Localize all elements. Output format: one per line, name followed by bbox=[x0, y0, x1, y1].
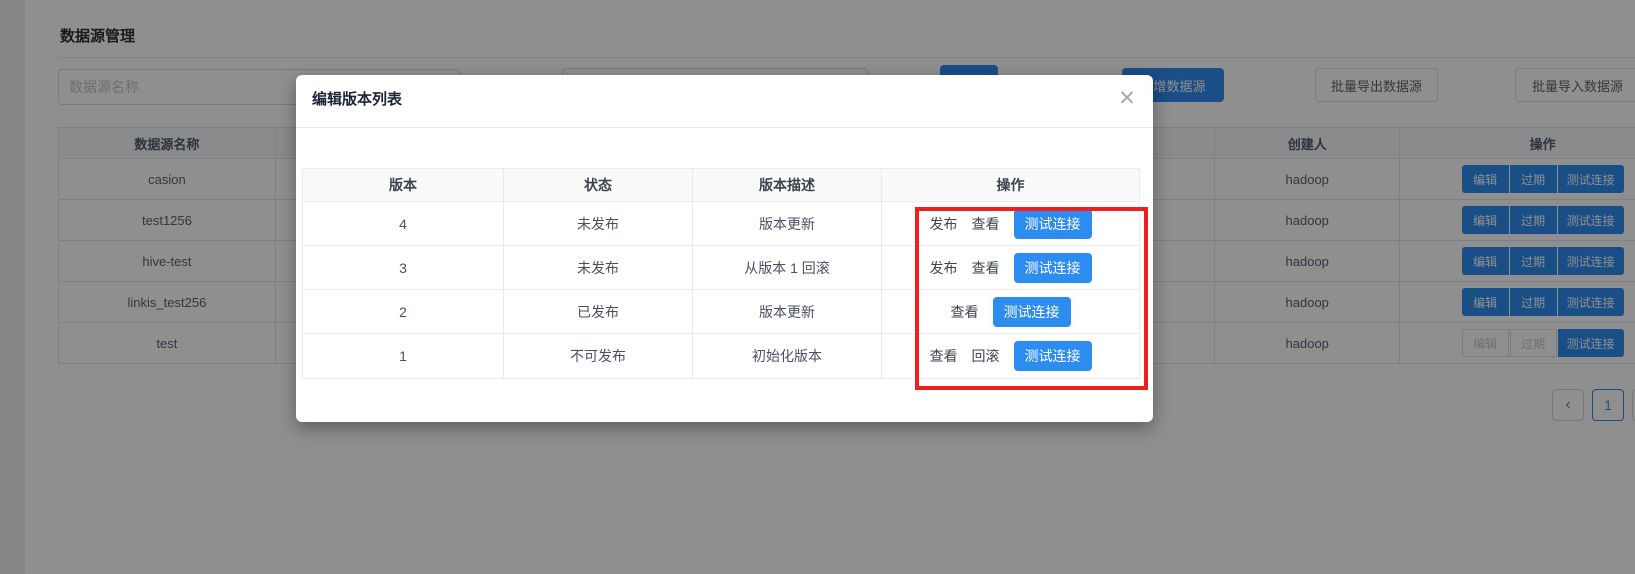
cell-status: 已发布 bbox=[504, 290, 693, 333]
cell-version: 3 bbox=[303, 246, 504, 289]
cell-version: 1 bbox=[303, 334, 504, 378]
modal-title: 编辑版本列表 bbox=[312, 88, 402, 109]
cell-status: 未发布 bbox=[504, 202, 693, 245]
cell-ops: 发布 查看 测试连接 bbox=[882, 202, 1139, 245]
cell-desc: 初始化版本 bbox=[693, 334, 882, 378]
view-link[interactable]: 查看 bbox=[972, 214, 1000, 234]
screen: 数据源管理 新增数据源 批量导出数据源 批量导入数据源 数据源名称 创建人 操作… bbox=[0, 0, 1635, 574]
version-table: 版本 状态 版本描述 操作 4 未发布 版本更新 发布 查看 测试连接 3 未发… bbox=[302, 168, 1140, 379]
publish-link[interactable]: 发布 bbox=[930, 258, 958, 278]
rollback-link[interactable]: 回滚 bbox=[972, 346, 1000, 366]
version-row: 2 已发布 版本更新 查看 测试连接 bbox=[303, 290, 1139, 334]
test-connection-button[interactable]: 测试连接 bbox=[1014, 209, 1092, 239]
cell-desc: 版本更新 bbox=[693, 290, 882, 333]
cell-desc: 从版本 1 回滚 bbox=[693, 246, 882, 289]
view-link[interactable]: 查看 bbox=[951, 302, 979, 322]
view-link[interactable]: 查看 bbox=[930, 346, 958, 366]
cell-status: 未发布 bbox=[504, 246, 693, 289]
test-connection-button[interactable]: 测试连接 bbox=[1014, 341, 1092, 371]
cell-ops: 查看 回滚 测试连接 bbox=[882, 334, 1139, 378]
version-row: 4 未发布 版本更新 发布 查看 测试连接 bbox=[303, 202, 1139, 246]
publish-link[interactable]: 发布 bbox=[930, 214, 958, 234]
header-ops: 操作 bbox=[882, 169, 1139, 201]
edit-version-modal: 编辑版本列表 ✕ 版本 状态 版本描述 操作 4 未发布 版本更新 发布 查看 … bbox=[296, 75, 1153, 422]
modal-header-divider bbox=[296, 127, 1153, 128]
cell-ops: 发布 查看 测试连接 bbox=[882, 246, 1139, 289]
header-status: 状态 bbox=[504, 169, 693, 201]
header-version: 版本 bbox=[303, 169, 504, 201]
version-table-header: 版本 状态 版本描述 操作 bbox=[303, 169, 1139, 202]
cell-status: 不可发布 bbox=[504, 334, 693, 378]
test-connection-button[interactable]: 测试连接 bbox=[1014, 253, 1092, 283]
view-link[interactable]: 查看 bbox=[972, 258, 1000, 278]
version-row: 1 不可发布 初始化版本 查看 回滚 测试连接 bbox=[303, 334, 1139, 378]
cell-version: 2 bbox=[303, 290, 504, 333]
cell-ops: 查看 测试连接 bbox=[882, 290, 1139, 333]
version-row: 3 未发布 从版本 1 回滚 发布 查看 测试连接 bbox=[303, 246, 1139, 290]
header-desc: 版本描述 bbox=[693, 169, 882, 201]
close-icon[interactable]: ✕ bbox=[1115, 87, 1139, 111]
cell-version: 4 bbox=[303, 202, 504, 245]
test-connection-button[interactable]: 测试连接 bbox=[993, 297, 1071, 327]
cell-desc: 版本更新 bbox=[693, 202, 882, 245]
